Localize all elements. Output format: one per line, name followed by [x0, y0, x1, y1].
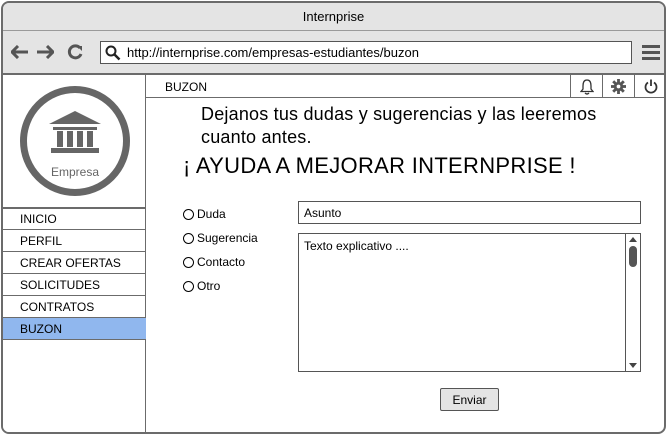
forward-arrow-icon[interactable]	[34, 41, 56, 63]
building-icon	[49, 111, 101, 153]
headline: ¡ AYUDA A MEJORAR INTERNPRISE !	[183, 153, 576, 178]
reload-icon[interactable]	[64, 41, 86, 63]
option-otro-radio[interactable]: Otro	[183, 279, 220, 293]
hamburger-menu-icon[interactable]	[640, 41, 662, 63]
radio-circle[interactable]	[183, 232, 194, 244]
option-contacto-radio[interactable]: Contacto	[183, 255, 245, 269]
option-label: Otro	[197, 279, 221, 293]
logo-label: Empresa	[50, 165, 100, 179]
gear-icon[interactable]	[602, 75, 634, 98]
sidebar-item-label: CREAR OFERTAS	[20, 255, 121, 270]
scroll-up-icon[interactable]	[629, 237, 637, 242]
radio-circle[interactable]	[183, 280, 194, 292]
bell-icon[interactable]	[570, 75, 602, 98]
sidebar-item-inicio[interactable]: INICIO	[3, 208, 146, 230]
power-icon[interactable]	[634, 75, 664, 98]
window-title: Internprise	[302, 9, 365, 24]
company-logo: Empresa	[3, 75, 146, 208]
title-bar: Internprise	[3, 3, 664, 31]
message-value: Texto explicativo ....	[304, 239, 409, 253]
sidebar-menu: INICIO PERFIL CREAR OFERTAS SOLICITUDES …	[3, 208, 146, 340]
sidebar: Empresa INICIO PERFIL CREAR OFERTAS SOLI…	[3, 75, 146, 432]
sidebar-item-crear-ofertas[interactable]: CREAR OFERTAS	[3, 252, 146, 274]
url-bar[interactable]: http://internprise.com/empresas-estudian…	[100, 41, 632, 64]
option-label: Sugerencia	[197, 231, 258, 245]
sidebar-item-buzon[interactable]: BUZON	[3, 318, 146, 340]
logo-circle: Empresa	[20, 86, 130, 196]
radio-circle[interactable]	[183, 256, 194, 268]
intro-text: Dejanos tus dudas y sugerencias y las le…	[201, 104, 597, 147]
sidebar-item-label: BUZON	[20, 321, 62, 336]
subject-value: Asunto	[304, 205, 342, 220]
radio-circle[interactable]	[183, 208, 194, 220]
send-button-label: Enviar	[452, 392, 487, 407]
sidebar-item-label: CONTRATOS	[20, 299, 95, 314]
message-textarea[interactable]: Texto explicativo ....	[298, 233, 641, 372]
section-header: BUZON	[146, 75, 664, 98]
option-sugerencia-radio[interactable]: Sugerencia	[183, 231, 258, 245]
browser-toolbar: http://internprise.com/empresas-estudian…	[3, 31, 664, 75]
sidebar-item-solicitudes[interactable]: SOLICITUDES	[3, 274, 146, 296]
sidebar-item-label: INICIO	[20, 212, 57, 226]
scroll-down-icon[interactable]	[629, 363, 637, 368]
sidebar-item-contratos[interactable]: CONTRATOS	[3, 296, 146, 318]
message-scrollbar[interactable]	[625, 234, 640, 371]
browser-window: Internprise http://internprise.com/empre…	[1, 1, 666, 434]
subject-input[interactable]: Asunto	[298, 201, 641, 224]
section-title: BUZON	[165, 80, 207, 94]
option-duda-radio[interactable]: Duda	[183, 207, 226, 221]
search-icon	[105, 44, 123, 62]
sidebar-item-label: SOLICITUDES	[20, 277, 101, 292]
back-arrow-icon[interactable]	[9, 41, 31, 63]
send-button[interactable]: Enviar	[440, 388, 499, 411]
sidebar-item-label: PERFIL	[20, 233, 63, 248]
scroll-thumb[interactable]	[629, 246, 637, 267]
url-text: http://internprise.com/empresas-estudian…	[127, 45, 419, 60]
option-label: Duda	[197, 207, 226, 221]
option-label: Contacto	[197, 255, 246, 269]
sidebar-item-perfil[interactable]: PERFIL	[3, 230, 146, 252]
